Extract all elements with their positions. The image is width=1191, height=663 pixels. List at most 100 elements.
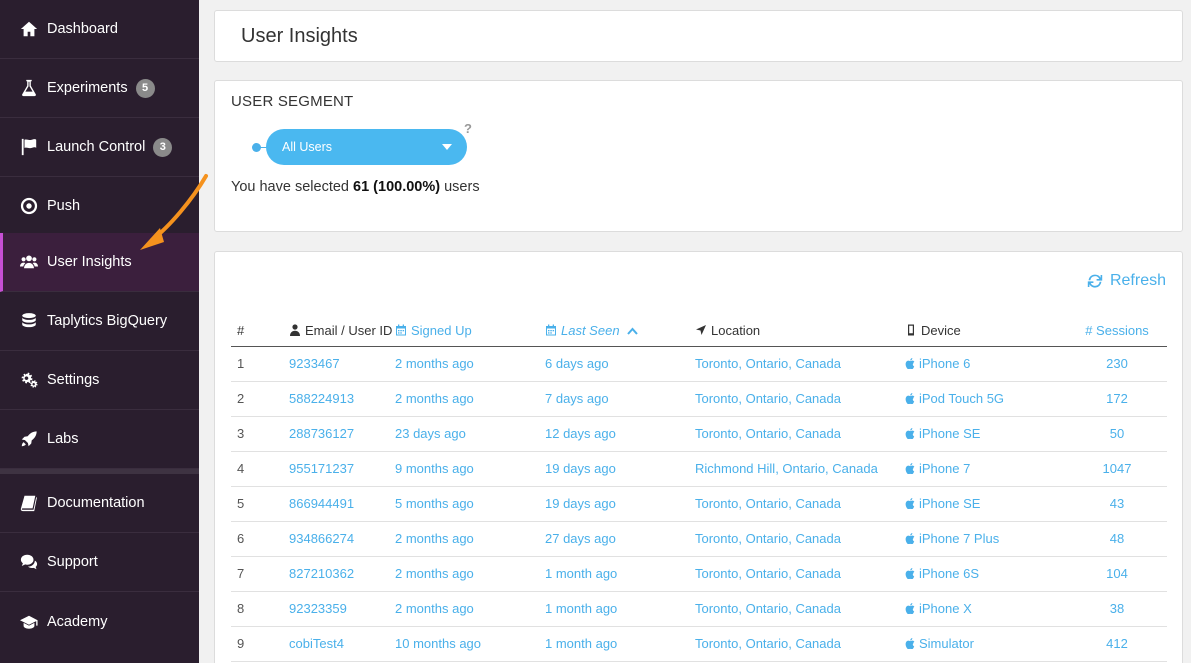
users-icon <box>19 252 39 272</box>
sidebar-item-launch-control[interactable]: Launch Control 3 <box>0 118 199 177</box>
apple-icon <box>905 427 915 440</box>
location-cell: Toronto, Ontario, Canada <box>695 486 905 522</box>
table-row: 2 588224913 2 months ago 7 days ago Toro… <box>231 381 1167 417</box>
sidebar-item-user-insights[interactable]: User Insights <box>0 233 199 292</box>
sessions-cell: 230 <box>1067 346 1167 382</box>
refresh-label: Refresh <box>1109 272 1166 289</box>
user-id-link[interactable]: cobiTest4 <box>289 626 395 662</box>
refresh-icon <box>1087 274 1103 288</box>
help-icon[interactable]: ? <box>464 121 472 136</box>
flask-icon <box>19 78 39 98</box>
sidebar-item-settings[interactable]: Settings <box>0 351 199 410</box>
sidebar-item-label: Launch Control <box>47 139 146 155</box>
user-icon <box>289 323 301 336</box>
user-id-link[interactable]: 955171237 <box>289 451 395 487</box>
device-cell: iPhone SE <box>905 416 1067 452</box>
apple-icon <box>905 637 915 650</box>
sidebar-item-label: Academy <box>47 613 108 630</box>
signed-up-cell: 5 months ago <box>395 486 545 522</box>
sessions-cell: 50 <box>1067 416 1167 452</box>
table-row: 4 955171237 9 months ago 19 days ago Ric… <box>231 451 1167 487</box>
device-name: iPod Touch 5G <box>919 391 1005 406</box>
table-header-row: # Email / User ID Signed Up Last Seen Lo… <box>231 298 1167 347</box>
apple-icon <box>905 567 915 580</box>
user-id-link[interactable]: 9233467 <box>289 346 395 382</box>
user-id-link[interactable]: 588224913 <box>289 381 395 417</box>
sessions-cell: 172 <box>1067 381 1167 417</box>
location-cell: Toronto, Ontario, Canada <box>695 521 905 557</box>
signed-up-cell: 2 months ago <box>395 591 545 627</box>
location-arrow-icon <box>695 324 707 336</box>
experiments-count-badge: 5 <box>135 78 155 98</box>
table-row: 7 827210362 2 months ago 1 month ago Tor… <box>231 556 1167 592</box>
sidebar-item-label: Taplytics BigQuery <box>47 313 168 329</box>
device-cell: iPhone 6S <box>905 556 1067 592</box>
selection-count: 61 (100.00%) <box>353 179 441 195</box>
column-header-number: # <box>231 298 289 347</box>
apple-icon <box>905 497 915 510</box>
signed-up-cell: 2 months ago <box>395 346 545 382</box>
column-header-email[interactable]: Email / User ID <box>289 298 395 347</box>
sidebar-item-academy[interactable]: Academy <box>0 592 199 651</box>
last-seen-cell: 1 month ago <box>545 556 695 592</box>
sidebar-item-taplytics-bigquery[interactable]: Taplytics BigQuery <box>0 292 199 351</box>
sidebar-item-label: Push <box>47 198 81 214</box>
sidebar-item-push[interactable]: Push <box>0 177 199 236</box>
column-header-signed-up[interactable]: Signed Up <box>395 298 545 347</box>
row-number: 6 <box>231 521 289 557</box>
refresh-button[interactable]: Refresh <box>1087 272 1166 290</box>
users-table: # Email / User ID Signed Up Last Seen Lo… <box>231 298 1167 662</box>
row-number: 5 <box>231 486 289 522</box>
sidebar-item-label: Settings <box>47 372 100 388</box>
sidebar-item-label: Dashboard <box>47 21 118 37</box>
user-id-link[interactable]: 934866274 <box>289 521 395 557</box>
sessions-cell: 104 <box>1067 556 1167 592</box>
user-segment-panel: USER SEGMENT All Users ? You have select… <box>214 80 1183 232</box>
sidebar-item-support[interactable]: Support <box>0 533 199 592</box>
user-id-link[interactable]: 866944491 <box>289 486 395 522</box>
sidebar-item-labs[interactable]: Labs <box>0 410 199 469</box>
device-name: iPhone 6S <box>919 566 979 581</box>
last-seen-cell: 19 days ago <box>545 451 695 487</box>
table-row: 5 866944491 5 months ago 19 days ago Tor… <box>231 486 1167 522</box>
location-cell: Toronto, Ontario, Canada <box>695 381 905 417</box>
device-name: iPhone SE <box>919 496 981 511</box>
calendar-icon <box>395 324 407 336</box>
page-header: User Insights <box>214 10 1183 62</box>
apple-icon <box>905 392 915 405</box>
column-header-location: Location <box>695 298 905 347</box>
device-name: Simulator <box>919 636 974 651</box>
flag-icon <box>19 137 39 157</box>
last-seen-cell: 12 days ago <box>545 416 695 452</box>
apple-icon <box>905 462 915 475</box>
signed-up-cell: 23 days ago <box>395 416 545 452</box>
location-cell: Toronto, Ontario, Canada <box>695 591 905 627</box>
last-seen-cell: 1 month ago <box>545 626 695 662</box>
selection-suffix: users <box>440 179 480 195</box>
table-row: 6 934866274 2 months ago 27 days ago Tor… <box>231 521 1167 557</box>
database-icon <box>19 311 39 331</box>
row-number: 7 <box>231 556 289 592</box>
segment-dropdown[interactable]: All Users <box>266 129 467 165</box>
signed-up-cell: 2 months ago <box>395 521 545 557</box>
sidebar-item-dashboard[interactable]: Dashboard <box>0 0 199 59</box>
sidebar-item-documentation[interactable]: Documentation <box>0 474 199 533</box>
device-cell: iPod Touch 5G <box>905 381 1067 417</box>
user-id-link[interactable]: 827210362 <box>289 556 395 592</box>
column-header-location-label: Location <box>711 322 761 338</box>
device-cell: iPhone X <box>905 591 1067 627</box>
sessions-cell: 38 <box>1067 591 1167 627</box>
last-seen-cell: 7 days ago <box>545 381 695 417</box>
table-row: 1 9233467 2 months ago 6 days ago Toront… <box>231 346 1167 382</box>
column-header-signed-up-label: Signed Up <box>411 322 472 338</box>
column-header-last-seen[interactable]: Last Seen <box>545 298 695 347</box>
sort-ascending-icon <box>627 323 638 338</box>
location-cell: Toronto, Ontario, Canada <box>695 416 905 452</box>
user-id-link[interactable]: 92323359 <box>289 591 395 627</box>
launch-control-count-badge: 3 <box>153 137 173 157</box>
column-header-sessions[interactable]: # Sessions <box>1067 298 1167 347</box>
calendar-icon <box>545 324 557 336</box>
home-icon <box>19 19 39 39</box>
user-id-link[interactable]: 288736127 <box>289 416 395 452</box>
sidebar-item-experiments[interactable]: Experiments 5 <box>0 59 199 118</box>
